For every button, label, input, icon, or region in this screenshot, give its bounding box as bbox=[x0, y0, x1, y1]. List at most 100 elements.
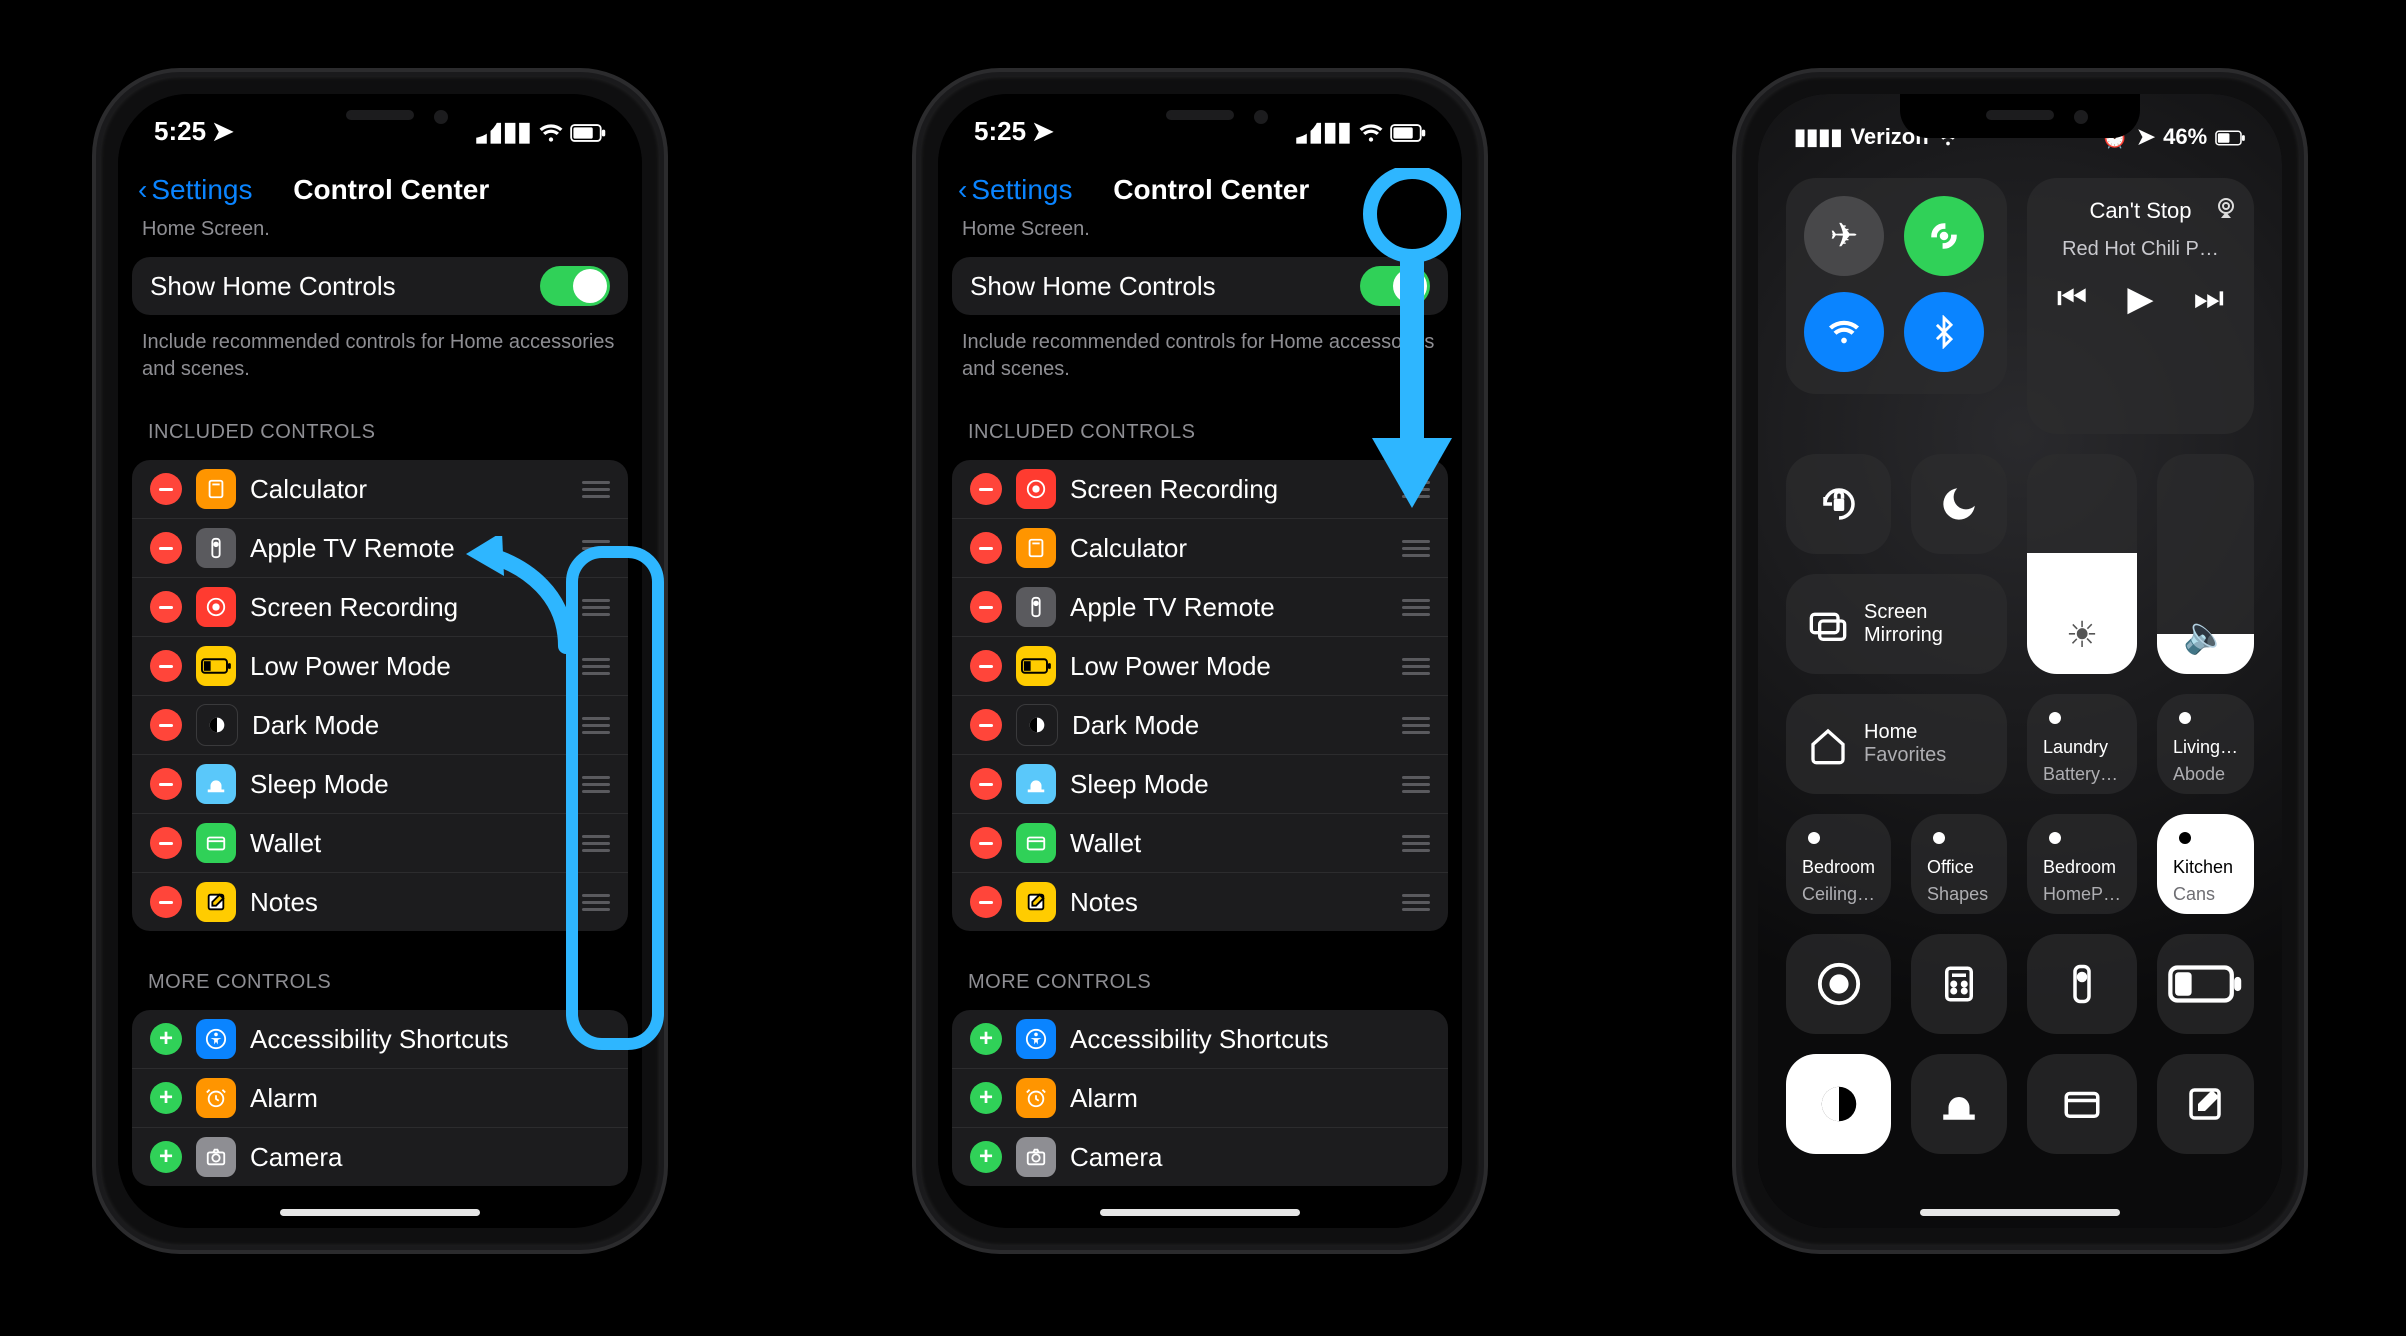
included-control-row[interactable]: Apple TV Remote bbox=[132, 519, 628, 578]
remove-control-button[interactable] bbox=[970, 886, 1002, 918]
remove-control-button[interactable] bbox=[150, 473, 182, 505]
drag-handle[interactable] bbox=[582, 774, 610, 794]
add-control-button[interactable] bbox=[970, 1023, 1002, 1055]
drag-handle[interactable] bbox=[1402, 833, 1430, 853]
home-indicator[interactable] bbox=[1100, 1209, 1300, 1216]
remove-control-button[interactable] bbox=[150, 709, 182, 741]
drag-handle[interactable] bbox=[1402, 774, 1430, 794]
drag-handle[interactable] bbox=[582, 715, 610, 735]
wallet-button[interactable] bbox=[2027, 1054, 2137, 1154]
remove-control-button[interactable] bbox=[150, 591, 182, 623]
add-control-button[interactable] bbox=[150, 1082, 182, 1114]
screen-recording-button[interactable] bbox=[1786, 934, 1891, 1034]
included-control-row[interactable]: Screen Recording bbox=[952, 460, 1448, 519]
screen-mirroring-button[interactable]: Screen Mirroring bbox=[1786, 574, 2007, 674]
included-control-row[interactable]: Calculator bbox=[132, 460, 628, 519]
back-button[interactable]: ‹ Settings bbox=[138, 174, 253, 206]
more-control-row[interactable]: Alarm bbox=[132, 1069, 628, 1128]
orientation-lock-button[interactable] bbox=[1786, 454, 1891, 554]
included-control-row[interactable]: Sleep Mode bbox=[952, 755, 1448, 814]
included-control-row[interactable]: Dark Mode bbox=[132, 696, 628, 755]
drag-handle[interactable] bbox=[582, 479, 610, 499]
brightness-slider[interactable]: ☀︎ bbox=[2027, 454, 2137, 674]
more-control-row[interactable]: Camera bbox=[132, 1128, 628, 1186]
remove-control-button[interactable] bbox=[150, 532, 182, 564]
drag-handle[interactable] bbox=[582, 656, 610, 676]
remove-control-button[interactable] bbox=[970, 532, 1002, 564]
airplane-mode-button[interactable]: ✈︎ bbox=[1804, 196, 1884, 276]
add-control-button[interactable] bbox=[970, 1141, 1002, 1173]
cellular-data-button[interactable] bbox=[1904, 196, 1984, 276]
show-home-controls-row[interactable]: Show Home Controls bbox=[132, 257, 628, 315]
drag-handle[interactable] bbox=[1402, 597, 1430, 617]
included-control-row[interactable]: Wallet bbox=[132, 814, 628, 873]
remove-control-button[interactable] bbox=[970, 473, 1002, 505]
show-home-controls-label: Show Home Controls bbox=[970, 271, 1346, 302]
remove-control-button[interactable] bbox=[150, 768, 182, 800]
more-control-row[interactable]: Accessibility Shortcuts bbox=[952, 1010, 1448, 1069]
remove-control-button[interactable] bbox=[970, 591, 1002, 623]
drag-handle[interactable] bbox=[1402, 715, 1430, 735]
volume-slider[interactable]: 🔈 bbox=[2157, 454, 2254, 674]
included-control-row[interactable]: Low Power Mode bbox=[132, 637, 628, 696]
included-control-row[interactable]: Apple TV Remote bbox=[952, 578, 1448, 637]
included-control-row[interactable]: Low Power Mode bbox=[952, 637, 1448, 696]
remove-control-button[interactable] bbox=[150, 827, 182, 859]
back-button[interactable]: ‹ Settings bbox=[958, 174, 1073, 206]
included-control-row[interactable]: Screen Recording bbox=[132, 578, 628, 637]
add-control-button[interactable] bbox=[150, 1141, 182, 1173]
included-control-row[interactable]: Notes bbox=[952, 873, 1448, 931]
included-control-row[interactable]: Calculator bbox=[952, 519, 1448, 578]
play-button[interactable]: ▶ bbox=[2127, 279, 2153, 319]
home-indicator[interactable] bbox=[280, 1209, 480, 1216]
home-accessory-tile[interactable]: KitchenCans bbox=[2157, 814, 2254, 914]
home-favorites-button[interactable]: Home Favorites bbox=[1786, 694, 2007, 794]
remove-control-button[interactable] bbox=[970, 709, 1002, 741]
now-playing-tile[interactable]: Can't Stop Red Hot Chili P… ⏮ ▶ ⏭ bbox=[2027, 178, 2254, 434]
notes-button[interactable] bbox=[2157, 1054, 2254, 1154]
sleep-mode-button[interactable] bbox=[1911, 1054, 2007, 1154]
home-accessory-tile[interactable]: BedroomCeiling… bbox=[1786, 814, 1891, 914]
wifi-button[interactable] bbox=[1804, 292, 1884, 372]
show-home-controls-toggle[interactable] bbox=[1360, 266, 1430, 306]
included-control-row[interactable]: Sleep Mode bbox=[132, 755, 628, 814]
airplay-icon[interactable] bbox=[2214, 192, 2238, 220]
add-control-button[interactable] bbox=[150, 1023, 182, 1055]
drag-handle[interactable] bbox=[582, 833, 610, 853]
home-accessory-tile[interactable]: Living…Abode bbox=[2157, 694, 2254, 794]
show-home-controls-row[interactable]: Show Home Controls bbox=[952, 257, 1448, 315]
home-accessory-tile[interactable]: BedroomHomeP… bbox=[2027, 814, 2137, 914]
add-control-button[interactable] bbox=[970, 1082, 1002, 1114]
remove-control-button[interactable] bbox=[970, 650, 1002, 682]
low-power-mode-button[interactable] bbox=[2157, 934, 2254, 1034]
apple-tv-remote-button[interactable] bbox=[2027, 934, 2137, 1034]
more-control-row[interactable]: Alarm bbox=[952, 1069, 1448, 1128]
connectivity-tile[interactable]: ✈︎ bbox=[1786, 178, 2007, 394]
drag-handle[interactable] bbox=[582, 597, 610, 617]
drag-handle[interactable] bbox=[582, 538, 610, 558]
show-home-controls-toggle[interactable] bbox=[540, 266, 610, 306]
remove-control-button[interactable] bbox=[970, 768, 1002, 800]
dark-mode-button[interactable] bbox=[1786, 1054, 1891, 1154]
drag-handle[interactable] bbox=[1402, 538, 1430, 558]
more-control-row[interactable]: Accessibility Shortcuts bbox=[132, 1010, 628, 1069]
bluetooth-button[interactable] bbox=[1904, 292, 1984, 372]
included-control-row[interactable]: Wallet bbox=[952, 814, 1448, 873]
home-accessory-tile[interactable]: OfficeShapes bbox=[1911, 814, 2007, 914]
next-track-button[interactable]: ⏭ bbox=[2194, 279, 2225, 319]
remove-control-button[interactable] bbox=[970, 827, 1002, 859]
do-not-disturb-button[interactable] bbox=[1911, 454, 2007, 554]
remove-control-button[interactable] bbox=[150, 886, 182, 918]
remove-control-button[interactable] bbox=[150, 650, 182, 682]
previous-track-button[interactable]: ⏮ bbox=[2057, 279, 2088, 319]
drag-handle[interactable] bbox=[1402, 479, 1430, 499]
more-control-row[interactable]: Camera bbox=[952, 1128, 1448, 1186]
included-control-row[interactable]: Notes bbox=[132, 873, 628, 931]
drag-handle[interactable] bbox=[1402, 656, 1430, 676]
home-indicator[interactable] bbox=[1920, 1209, 2120, 1216]
included-control-row[interactable]: Dark Mode bbox=[952, 696, 1448, 755]
drag-handle[interactable] bbox=[582, 892, 610, 912]
home-accessory-tile[interactable]: LaundryBattery… bbox=[2027, 694, 2137, 794]
calculator-button[interactable] bbox=[1911, 934, 2007, 1034]
drag-handle[interactable] bbox=[1402, 892, 1430, 912]
